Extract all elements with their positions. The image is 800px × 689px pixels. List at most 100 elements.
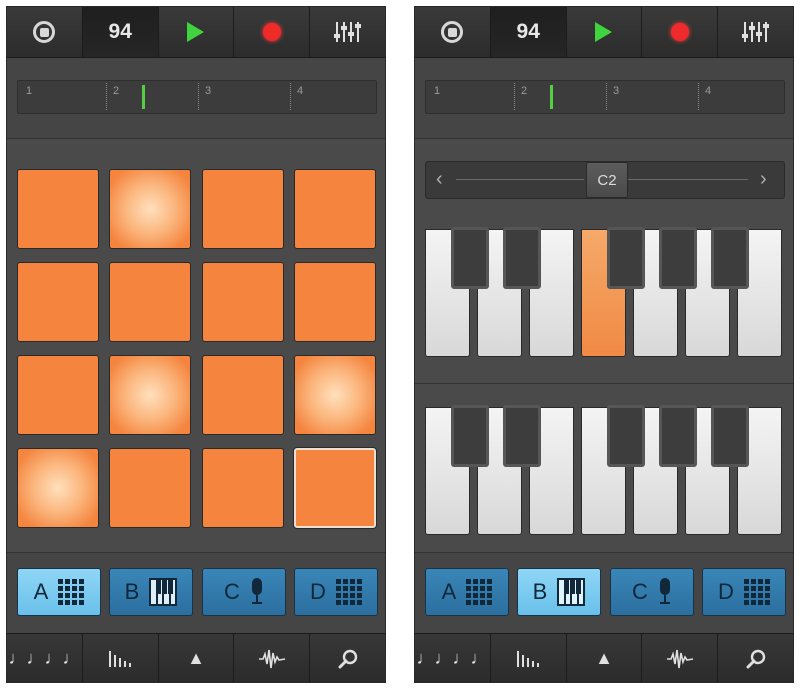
bank-letter: B — [532, 579, 548, 604]
notes-icon: ♩♩♩♩ — [416, 648, 489, 668]
timeline-ruler[interactable]: 1 2 3 4 — [17, 80, 377, 114]
stop-circle-icon — [441, 21, 464, 43]
record-icon — [670, 23, 689, 41]
black-key[interactable] — [607, 227, 645, 289]
mixer-sliders-icon — [333, 22, 361, 42]
octave-label[interactable]: C2 — [586, 162, 628, 198]
drum-pad[interactable] — [17, 355, 99, 435]
notes-button[interactable]: ♩♩♩♩ — [415, 634, 491, 682]
black-key[interactable] — [503, 405, 541, 467]
up-button[interactable]: ▲ — [158, 634, 235, 682]
drum-pad[interactable] — [109, 262, 191, 342]
black-key[interactable] — [711, 405, 749, 467]
drum-pads-screen: 94 1 2 3 4 A B C D ♩♩♩♩ ▲ — [6, 6, 386, 683]
up-button[interactable]: ▲ — [566, 634, 643, 682]
record-button[interactable] — [642, 7, 719, 57]
triangle-up-icon: ▲ — [187, 648, 205, 668]
record-icon — [262, 23, 281, 41]
bank-d-button[interactable]: D — [294, 568, 378, 616]
bank-letter: D — [718, 579, 734, 604]
drum-pad[interactable] — [17, 262, 99, 342]
tempo-value: 94 — [516, 20, 540, 43]
bank-letter: D — [310, 579, 326, 604]
waveform-icon — [666, 649, 693, 668]
bank-a-button[interactable]: A — [17, 568, 101, 616]
bank-letter: C — [224, 579, 240, 604]
notes-button[interactable]: ♩♩♩♩ — [7, 634, 83, 682]
drum-pad[interactable] — [202, 169, 284, 249]
drum-pad[interactable] — [17, 169, 99, 249]
black-key[interactable] — [607, 405, 645, 467]
bottom-toolbar: ♩♩♩♩ ▲ — [7, 633, 385, 682]
bank-c-button[interactable]: C — [202, 568, 286, 616]
play-button[interactable] — [566, 7, 643, 57]
bank-d-button[interactable]: D — [702, 568, 786, 616]
record-button[interactable] — [234, 7, 311, 57]
play-button[interactable] — [158, 7, 235, 57]
search-button[interactable] — [718, 634, 793, 682]
keyboard-lower-octave — [425, 405, 783, 535]
playhead[interactable] — [550, 85, 553, 109]
drum-pad[interactable] — [294, 169, 376, 249]
keyboard-screen: 94 1 2 3 4 ‹ C2 › A B C D ♩♩♩♩ ▲ — [414, 6, 794, 683]
bank-letter: A — [33, 579, 49, 604]
timeline-ruler[interactable]: 1 2 3 4 — [425, 80, 785, 114]
timeline-area: 1 2 3 4 — [7, 58, 385, 139]
drum-pad[interactable] — [109, 169, 191, 249]
levels-button[interactable] — [82, 634, 159, 682]
search-button[interactable] — [310, 634, 385, 682]
drum-pad-grid — [7, 139, 385, 551]
bank-a-button[interactable]: A — [425, 568, 509, 616]
drum-pad[interactable] — [202, 262, 284, 342]
transport-toolbar: 94 — [415, 7, 793, 58]
bank-c-button[interactable]: C — [610, 568, 694, 616]
waveform-button[interactable] — [642, 634, 719, 682]
bank-letter: A — [441, 579, 457, 604]
keyboard-area: ‹ C2 › — [415, 139, 793, 551]
stop-button[interactable] — [415, 7, 491, 57]
play-icon — [595, 22, 613, 42]
drum-pad[interactable] — [294, 448, 376, 528]
black-key[interactable] — [451, 227, 489, 289]
octave-selector: ‹ C2 › — [425, 161, 785, 199]
octave-down-button[interactable]: ‹ — [436, 168, 443, 191]
grid-icon — [335, 579, 362, 605]
play-icon — [187, 22, 205, 42]
mixer-button[interactable] — [718, 7, 793, 57]
tempo-button[interactable]: 94 — [82, 7, 159, 57]
levels-button[interactable] — [490, 634, 567, 682]
timeline-area: 1 2 3 4 — [415, 58, 793, 139]
bank-b-button[interactable]: B — [517, 568, 601, 616]
grid-icon — [58, 579, 85, 605]
waveform-button[interactable] — [234, 634, 311, 682]
bank-letter: C — [632, 579, 648, 604]
drum-pad[interactable] — [17, 448, 99, 528]
black-key[interactable] — [659, 227, 697, 289]
stop-circle-icon — [33, 21, 56, 43]
levels-icon — [517, 650, 540, 667]
black-key[interactable] — [503, 227, 541, 289]
bank-b-button[interactable]: B — [109, 568, 193, 616]
keyboard-upper-octave — [425, 227, 783, 357]
keyboard-icon — [557, 578, 586, 606]
black-key[interactable] — [659, 405, 697, 467]
bar-marker-1: 1 — [434, 85, 441, 97]
black-key[interactable] — [451, 405, 489, 467]
drum-pad[interactable] — [294, 262, 376, 342]
drum-pad[interactable] — [109, 448, 191, 528]
tempo-button[interactable]: 94 — [490, 7, 567, 57]
drum-pad[interactable] — [202, 355, 284, 435]
bar-marker-4: 4 — [705, 85, 712, 97]
mixer-button[interactable] — [310, 7, 385, 57]
drum-pad[interactable] — [294, 355, 376, 435]
octave-up-button[interactable]: › — [760, 168, 767, 191]
drum-pad[interactable] — [109, 355, 191, 435]
bottom-toolbar: ♩♩♩♩ ▲ — [415, 633, 793, 682]
bank-letter: B — [124, 579, 140, 604]
notes-icon: ♩♩♩♩ — [8, 648, 81, 668]
drum-pad[interactable] — [202, 448, 284, 528]
stop-button[interactable] — [7, 7, 83, 57]
playhead[interactable] — [142, 85, 145, 109]
black-key[interactable] — [711, 227, 749, 289]
search-icon — [746, 649, 765, 668]
